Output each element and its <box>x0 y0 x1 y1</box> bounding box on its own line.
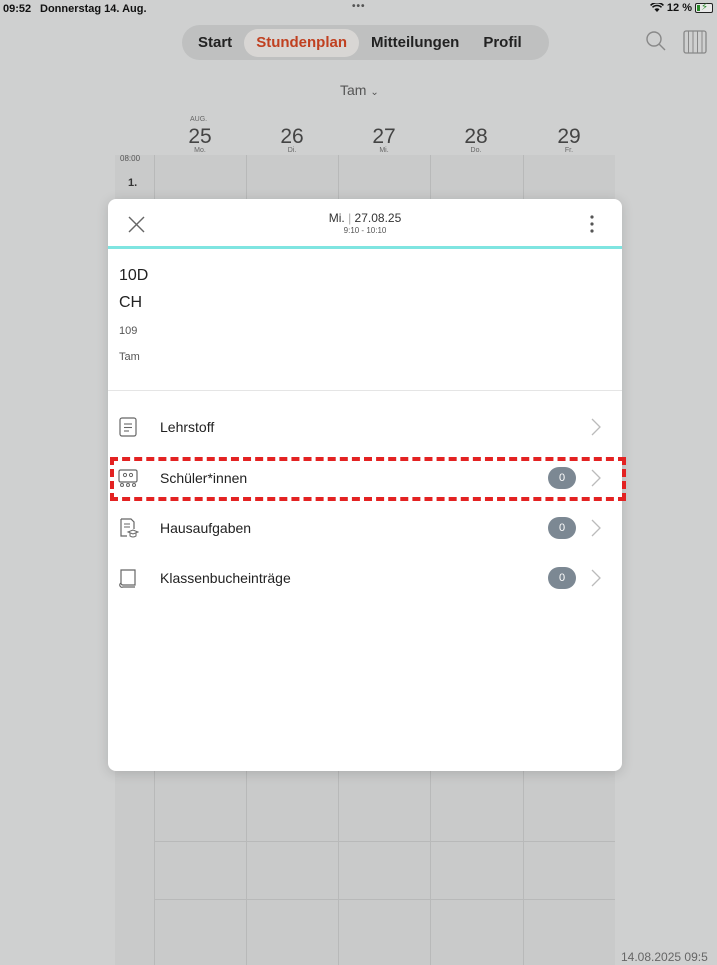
lesson-date: Mi. | 27.08.25 <box>328 211 402 225</box>
chevron-right-icon <box>591 519 601 537</box>
tab-profil[interactable]: Profil <box>471 29 533 57</box>
day-header-monday[interactable]: AUG. 25 Mo. <box>154 112 246 154</box>
status-bar: 09:52 Donnerstag 14. Aug. ••• 12 % ⚡ <box>0 0 717 18</box>
search-icon[interactable] <box>645 30 667 52</box>
lesson-room: 109 <box>119 325 138 337</box>
lesson-info: 10D CH 109 Tam <box>108 249 622 391</box>
chevron-right-icon <box>591 418 601 436</box>
menu-item-label: Schüler*innen <box>160 470 248 486</box>
lesson-detail-modal: Mi. | 27.08.25 9:10 - 10:10 10D CH 109 T… <box>108 199 622 771</box>
teacher-selector[interactable]: Tam ⌄ <box>340 82 379 98</box>
period-label: 1. <box>128 177 138 189</box>
week-grid-icon[interactable] <box>683 30 707 54</box>
grid-line <box>155 841 615 842</box>
count-badge: 0 <box>548 517 576 539</box>
multitasking-dots[interactable]: ••• <box>352 1 366 12</box>
battery-charging-icon: ⚡ <box>695 2 713 13</box>
battery-percent: 12 % <box>666 2 692 14</box>
day-header-thursday[interactable]: 28 Do. <box>430 112 522 154</box>
chevron-right-icon <box>591 469 601 487</box>
lesson-class: 10D <box>119 267 149 284</box>
modal-header: Mi. | 27.08.25 9:10 - 10:10 <box>108 199 622 249</box>
teacher-selector-label: Tam <box>340 82 367 98</box>
time-label: 08:00 <box>120 154 141 163</box>
chevron-right-icon <box>591 569 601 587</box>
menu-item-schuelerinnen[interactable]: Schüler*innen 0 <box>108 458 622 498</box>
month-label: AUG. <box>190 116 208 123</box>
menu-item-label: Klassenbucheinträge <box>160 570 291 586</box>
wifi-icon <box>649 3 664 12</box>
status-date: Donnerstag 14. Aug. <box>40 3 147 15</box>
menu-item-klassenbucheintraege[interactable]: Klassenbucheinträge 0 <box>108 558 622 598</box>
lesson-time: 9:10 - 10:10 <box>343 226 387 235</box>
status-time: 09:52 <box>3 3 32 15</box>
footer-timestamp: 14.08.2025 09:5 <box>621 950 708 964</box>
menu-item-label: Lehrstoff <box>160 419 215 435</box>
lesson-subject: CH <box>119 294 143 311</box>
day-header-friday[interactable]: 29 Fr. <box>523 112 615 154</box>
day-header-wednesday[interactable]: 27 Mi. <box>338 112 430 154</box>
chevron-down-icon: ⌄ <box>370 87 379 98</box>
tab-mitteilungen[interactable]: Mitteilungen <box>359 29 471 57</box>
document-icon <box>119 417 137 437</box>
grid-line <box>155 899 615 900</box>
tab-stundenplan[interactable]: Stundenplan <box>244 28 360 57</box>
lesson-teacher: Tam <box>119 351 140 363</box>
more-vertical-icon[interactable] <box>589 214 595 234</box>
menu-item-hausaufgaben[interactable]: Hausaufgaben 0 <box>108 508 622 548</box>
students-icon <box>118 469 138 487</box>
main-tab-bar: Start Stundenplan Mitteilungen Profil <box>182 25 549 60</box>
tab-start[interactable]: Start <box>186 29 244 57</box>
menu-item-lehrstoff[interactable]: Lehrstoff <box>108 407 622 447</box>
count-badge: 0 <box>548 467 576 489</box>
homework-icon <box>120 518 139 538</box>
status-right: 12 % ⚡ <box>649 2 713 14</box>
book-icon <box>119 569 136 588</box>
count-badge: 0 <box>548 567 576 589</box>
menu-item-label: Hausaufgaben <box>160 520 252 536</box>
day-header-tuesday[interactable]: 26 Di. <box>246 112 338 154</box>
